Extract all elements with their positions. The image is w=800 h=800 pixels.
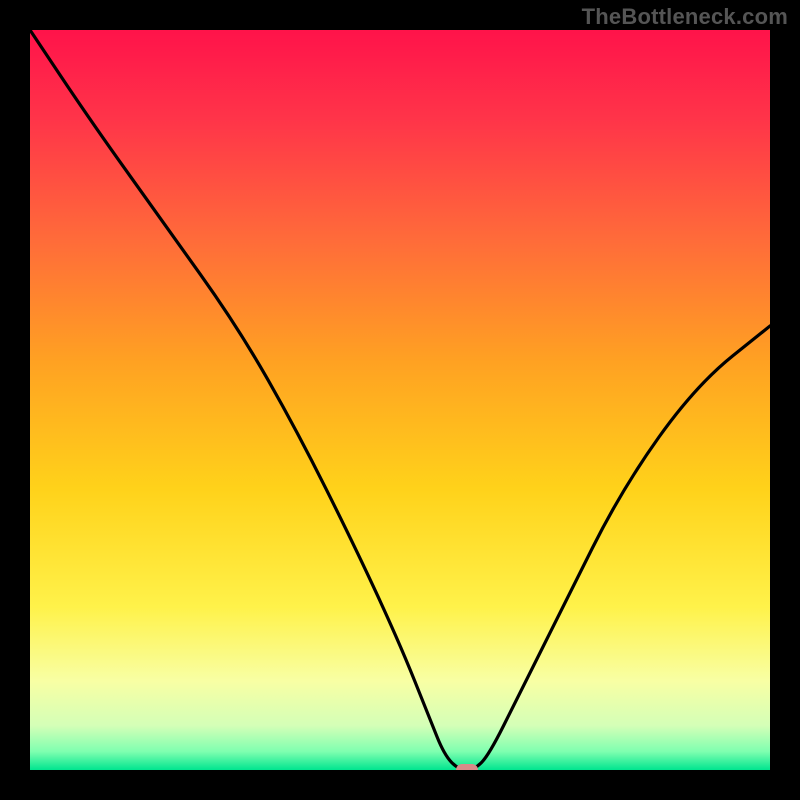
watermark-text: TheBottleneck.com [582, 4, 788, 30]
plot-area [30, 30, 770, 770]
bottleneck-curve [30, 30, 770, 770]
optimal-point-marker [456, 764, 478, 770]
chart-frame: TheBottleneck.com [0, 0, 800, 800]
